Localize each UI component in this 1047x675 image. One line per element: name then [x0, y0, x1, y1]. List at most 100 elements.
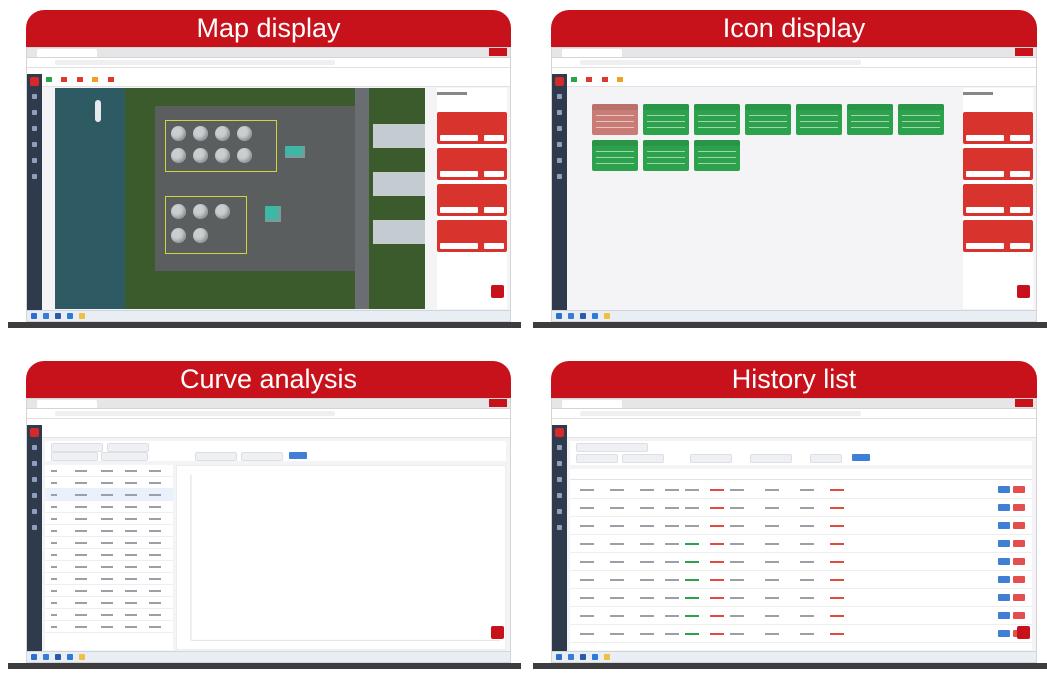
- alarm-card[interactable]: [437, 112, 507, 144]
- alarm-card[interactable]: [963, 220, 1033, 252]
- settings-icon[interactable]: [557, 525, 562, 530]
- table-row[interactable]: [570, 481, 1032, 499]
- delete-button[interactable]: [1013, 540, 1025, 547]
- edit-button[interactable]: [998, 558, 1010, 565]
- home-icon[interactable]: [557, 445, 562, 450]
- tank-icon[interactable]: [193, 148, 208, 163]
- app-logo-icon[interactable]: [30, 77, 39, 86]
- table-row[interactable]: [570, 571, 1032, 589]
- table-row[interactable]: [570, 535, 1032, 553]
- table-row[interactable]: [45, 501, 173, 513]
- tank-icon[interactable]: [215, 126, 230, 141]
- alarm-confirm-button[interactable]: [484, 243, 504, 249]
- browser-tab[interactable]: [37, 49, 97, 57]
- address-bar[interactable]: [27, 58, 510, 68]
- table-row[interactable]: [45, 549, 173, 561]
- plant-map-view[interactable]: [55, 88, 425, 309]
- table-row[interactable]: [570, 625, 1032, 643]
- type-select[interactable]: [810, 454, 842, 463]
- list-icon[interactable]: [557, 158, 562, 163]
- tank-icon[interactable]: [237, 126, 252, 141]
- tank-icon[interactable]: [237, 148, 252, 163]
- table-row[interactable]: [570, 499, 1032, 517]
- type-select[interactable]: [241, 452, 283, 461]
- search-icon[interactable]: [568, 654, 574, 660]
- end-time-input[interactable]: [101, 452, 148, 461]
- edit-button[interactable]: [998, 504, 1010, 511]
- alarm-card[interactable]: [437, 148, 507, 180]
- alarm-card[interactable]: [963, 148, 1033, 180]
- alarm-remark-input[interactable]: [966, 135, 1004, 141]
- alarm-card[interactable]: [437, 184, 507, 216]
- taskview-icon[interactable]: [55, 654, 61, 660]
- browser-icon[interactable]: [592, 654, 598, 660]
- home-icon[interactable]: [32, 445, 37, 450]
- table-row[interactable]: [45, 609, 173, 621]
- alarm-remark-input[interactable]: [440, 207, 478, 213]
- tank-icon[interactable]: [171, 204, 186, 219]
- alarm-confirm-button[interactable]: [1010, 243, 1030, 249]
- explorer-icon[interactable]: [604, 313, 610, 319]
- taskview-icon[interactable]: [580, 654, 586, 660]
- device-select[interactable]: [51, 443, 103, 452]
- tank-icon[interactable]: [193, 204, 208, 219]
- list-icon[interactable]: [32, 158, 37, 163]
- device-status-card[interactable]: [745, 104, 791, 135]
- start-time-input[interactable]: [51, 452, 98, 461]
- alarm-confirm-button[interactable]: [484, 207, 504, 213]
- alarm-confirm-button[interactable]: [1010, 135, 1030, 141]
- level-select[interactable]: [690, 454, 732, 463]
- address-bar[interactable]: [552, 58, 1036, 68]
- point-select[interactable]: [107, 443, 149, 452]
- url-field[interactable]: [580, 60, 861, 65]
- table-row[interactable]: [45, 477, 173, 489]
- query-button[interactable]: [289, 452, 307, 459]
- table-row[interactable]: [45, 465, 173, 477]
- close-window-icon[interactable]: [489, 48, 507, 56]
- delete-button[interactable]: [1013, 594, 1025, 601]
- device-icon[interactable]: [32, 110, 37, 115]
- device-status-card[interactable]: [796, 104, 842, 135]
- alarm-icon[interactable]: [32, 126, 37, 131]
- chart-icon[interactable]: [557, 493, 562, 498]
- table-row[interactable]: [45, 537, 173, 549]
- alarm-remark-input[interactable]: [440, 135, 478, 141]
- building-icon[interactable]: [285, 146, 305, 158]
- table-row[interactable]: [45, 585, 173, 597]
- tank-icon[interactable]: [193, 126, 208, 141]
- tank-icon[interactable]: [171, 148, 186, 163]
- tank-icon[interactable]: [215, 204, 230, 219]
- close-window-icon[interactable]: [1015, 48, 1033, 56]
- delete-button[interactable]: [1013, 522, 1025, 529]
- device-icon[interactable]: [557, 461, 562, 466]
- taskview-icon[interactable]: [55, 313, 61, 319]
- home-icon[interactable]: [557, 94, 562, 99]
- app-logo-icon[interactable]: [1017, 626, 1030, 639]
- settings-icon[interactable]: [32, 174, 37, 179]
- settings-icon[interactable]: [32, 525, 37, 530]
- table-row[interactable]: [45, 525, 173, 537]
- delete-button[interactable]: [1013, 486, 1025, 493]
- delete-button[interactable]: [1013, 576, 1025, 583]
- tank-icon[interactable]: [193, 228, 208, 243]
- alarm-confirm-button[interactable]: [1010, 207, 1030, 213]
- explorer-icon[interactable]: [79, 313, 85, 319]
- delete-button[interactable]: [1013, 558, 1025, 565]
- device-status-card[interactable]: [847, 104, 893, 135]
- alarm-remark-input[interactable]: [966, 207, 1004, 213]
- chart-icon[interactable]: [557, 142, 562, 147]
- browser-tab[interactable]: [37, 400, 97, 408]
- app-logo-icon[interactable]: [491, 285, 504, 298]
- start-icon[interactable]: [556, 313, 562, 319]
- building-icon[interactable]: [265, 206, 281, 222]
- alarm-remark-input[interactable]: [966, 171, 1004, 177]
- taskview-icon[interactable]: [580, 313, 586, 319]
- device-status-card[interactable]: [694, 140, 740, 171]
- app-logo-icon[interactable]: [555, 428, 564, 437]
- table-row[interactable]: [45, 621, 173, 633]
- table-row[interactable]: [570, 589, 1032, 607]
- table-row[interactable]: [570, 607, 1032, 625]
- trend-chart-area[interactable]: [176, 465, 506, 650]
- tank-icon[interactable]: [171, 126, 186, 141]
- table-row[interactable]: [45, 573, 173, 585]
